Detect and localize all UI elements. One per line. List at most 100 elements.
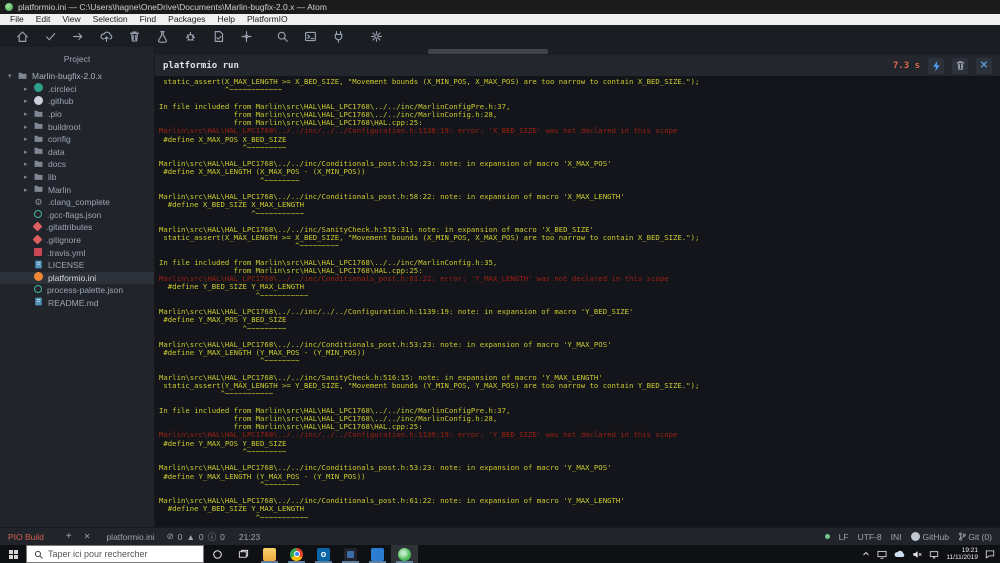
serial-monitor-plug-icon[interactable] bbox=[324, 26, 352, 46]
menu-packages[interactable]: Packages bbox=[162, 14, 211, 25]
book-file-icon bbox=[34, 260, 48, 271]
taskbar-app-mail[interactable] bbox=[364, 545, 391, 563]
lint-summary[interactable]: ⊘ 0 ▲ 0 ⓘ 0 bbox=[167, 531, 225, 543]
pio-build-tab[interactable]: PIO Build bbox=[8, 532, 44, 542]
taskbar-search-placeholder: Taper ici pour rechercher bbox=[48, 549, 148, 559]
folder-file-icon bbox=[34, 184, 48, 195]
menu-find[interactable]: Find bbox=[134, 14, 163, 25]
taskbar-app-file-explorer[interactable] bbox=[256, 545, 283, 563]
tree-item-platformio-ini[interactable]: platformio.ini bbox=[0, 271, 154, 285]
menu-selection[interactable]: Selection bbox=[87, 14, 134, 25]
tree-item-process-palette-json[interactable]: process-palette.json bbox=[0, 284, 154, 297]
statusbar-filename[interactable]: platformio.ini bbox=[106, 532, 154, 542]
display-tray-icon[interactable] bbox=[877, 550, 887, 559]
taskbar-app-outlook[interactable]: o bbox=[310, 545, 337, 563]
windows-taskbar: Taper ici pour rechercher o 19:21 11/11/… bbox=[0, 545, 1000, 563]
file-explorer-icon bbox=[263, 547, 276, 561]
terminal-output[interactable]: static_assert(X_MAX_LENGTH >= X_BED_SIZE… bbox=[155, 76, 1000, 527]
tree-item--clang-complete[interactable]: ⚙ .clang_complete bbox=[0, 196, 154, 209]
settings-gear-icon[interactable] bbox=[362, 26, 390, 46]
encoding-indicator[interactable]: UTF-8 bbox=[858, 532, 882, 542]
menu-platformio[interactable]: PlatformIO bbox=[241, 14, 294, 25]
mail-icon bbox=[371, 547, 384, 561]
grammar-indicator[interactable]: INI bbox=[891, 532, 902, 542]
chevron-right-icon: ▸ bbox=[24, 123, 28, 131]
upload-arrow-icon[interactable] bbox=[64, 26, 92, 46]
clear-terminal-button[interactable] bbox=[952, 57, 968, 74]
add-terminal-button[interactable]: + bbox=[66, 531, 72, 542]
remote-upload-cloud-icon[interactable] bbox=[92, 26, 120, 46]
remote-dev-file-icon[interactable] bbox=[204, 26, 232, 46]
tree-item-readme-md[interactable]: README.md bbox=[0, 297, 154, 310]
photos-icon bbox=[344, 547, 357, 561]
tree-item-label: Marlin bbox=[48, 184, 72, 195]
taskbar-clock[interactable]: 19:21 11/11/2019 bbox=[946, 547, 978, 562]
terminal-output-line: ^~~~~~~~~~~~ bbox=[159, 512, 309, 522]
task-view-button[interactable] bbox=[230, 545, 256, 563]
cortana-button[interactable] bbox=[204, 545, 230, 563]
menu-view[interactable]: View bbox=[56, 14, 86, 25]
home-icon[interactable] bbox=[8, 26, 36, 46]
folder-file-icon bbox=[34, 121, 48, 132]
rerun-build-button[interactable] bbox=[928, 57, 944, 74]
taskbar-search-box[interactable]: Taper ici pour rechercher bbox=[26, 545, 204, 563]
tree-item-marlin[interactable]: ▸ Marlin bbox=[0, 183, 154, 196]
network-tray-icon[interactable] bbox=[929, 550, 939, 559]
test-flask-icon[interactable] bbox=[148, 26, 176, 46]
cursor-position[interactable]: 21:23 bbox=[239, 532, 260, 542]
menu-edit[interactable]: Edit bbox=[30, 14, 57, 25]
system-tray: 19:21 11/11/2019 bbox=[862, 545, 1000, 563]
tree-item-label: LICENSE bbox=[48, 260, 85, 271]
git-file-icon bbox=[32, 221, 46, 232]
menu-file[interactable]: File bbox=[4, 14, 30, 25]
tree-item-license[interactable]: LICENSE bbox=[0, 259, 154, 272]
git-panel-toggle[interactable]: Git (0) bbox=[958, 532, 992, 542]
tree-item-label: config bbox=[48, 134, 71, 145]
menubar: File Edit View Selection Find Packages Help Pla… bbox=[0, 14, 1000, 25]
github-panel-toggle[interactable]: GitHub bbox=[910, 531, 949, 542]
horizontal-scrollbar[interactable] bbox=[428, 49, 548, 54]
info-count-icon: ⓘ bbox=[207, 531, 217, 542]
volume-muted-icon[interactable] bbox=[912, 550, 923, 559]
clean-trash-icon[interactable] bbox=[120, 26, 148, 46]
tree-item--gcc-flags-json[interactable]: .gcc-flags.json bbox=[0, 209, 154, 222]
tree-item--pio[interactable]: ▸ .pio bbox=[0, 108, 154, 121]
debug-bug-icon[interactable] bbox=[176, 26, 204, 46]
action-center-button[interactable] bbox=[985, 549, 995, 559]
tree-item-label: .gitattributes bbox=[46, 222, 93, 233]
menu-help[interactable]: Help bbox=[212, 14, 241, 25]
book-file-icon bbox=[34, 297, 48, 308]
tree-item--travis-yml[interactable]: .travis.yml bbox=[0, 246, 154, 259]
onedrive-cloud-icon[interactable] bbox=[894, 550, 905, 558]
tree-item-lib[interactable]: ▸ lib bbox=[0, 171, 154, 184]
tree-item-docs[interactable]: ▸ docs bbox=[0, 158, 154, 171]
taskbar-app-atom[interactable] bbox=[391, 545, 418, 563]
tree-item-buildroot[interactable]: ▸ buildroot bbox=[0, 120, 154, 133]
trash-icon bbox=[956, 61, 964, 70]
start-button[interactable] bbox=[0, 545, 26, 563]
tree-item--gitattributes[interactable]: .gitattributes bbox=[0, 221, 154, 234]
search-icon[interactable] bbox=[268, 26, 296, 46]
tree-item--gitignore[interactable]: .gitignore bbox=[0, 234, 154, 247]
statusbar: PIO Build + ✕ platformio.ini ⊘ 0 ▲ 0 ⓘ 0 21… bbox=[0, 527, 1000, 545]
pipeline-icon[interactable] bbox=[232, 26, 260, 46]
build-check-icon[interactable] bbox=[36, 26, 64, 46]
close-terminal-button[interactable]: ✕ bbox=[976, 57, 992, 74]
tray-chevron-up-icon[interactable] bbox=[862, 550, 870, 558]
terminal-output-line: static_assert(X_MAX_LENGTH >= X_BED_SIZE… bbox=[159, 77, 700, 86]
tree-item--circleci[interactable]: ▸ .circleci bbox=[0, 83, 154, 96]
taskbar-app-chrome[interactable] bbox=[283, 545, 310, 563]
lightning-icon bbox=[933, 60, 940, 71]
tree-item-config[interactable]: ▸ config bbox=[0, 133, 154, 146]
taskbar-app-photos[interactable] bbox=[337, 545, 364, 563]
tree-item--github[interactable]: ▸ .github bbox=[0, 95, 154, 108]
line-ending-indicator[interactable]: LF bbox=[839, 532, 849, 542]
terminal-icon[interactable] bbox=[296, 26, 324, 46]
close-terminal-tab-button[interactable]: ✕ bbox=[84, 532, 91, 541]
tree-item-label: lib bbox=[48, 172, 57, 183]
tree-item-label: docs bbox=[48, 159, 66, 170]
github-icon bbox=[910, 531, 920, 541]
tree-item-data[interactable]: ▸ data bbox=[0, 146, 154, 159]
tree-item-marlin-bugfix-2-0-x[interactable]: ▾ Marlin-bugfix-2.0.x bbox=[0, 70, 154, 83]
error-count: 0 bbox=[177, 531, 183, 542]
